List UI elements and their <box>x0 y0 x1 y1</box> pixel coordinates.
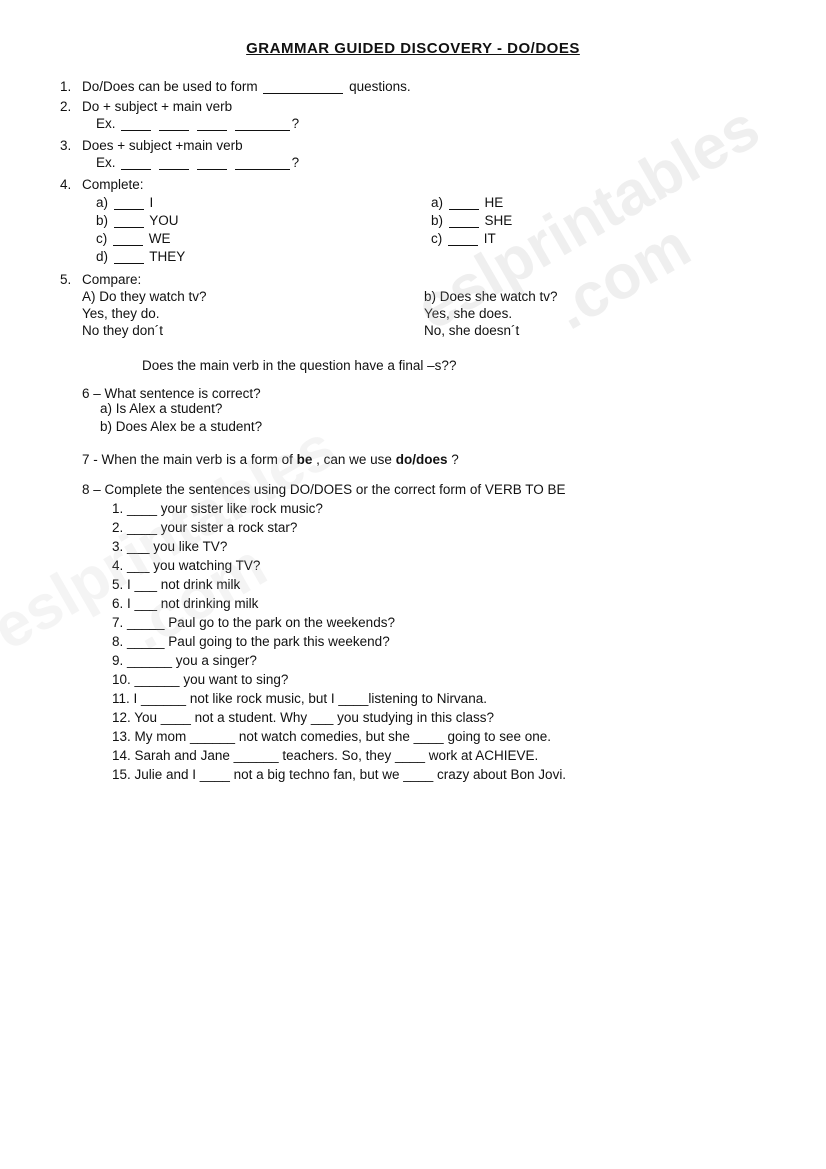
q4-b-right: b) SHE <box>431 213 766 228</box>
q4-right: a) HE b) SHE c) IT <box>431 195 766 267</box>
q4-d-left: d) THEY <box>96 249 431 264</box>
q5-right-no: No, she doesn´t <box>424 323 756 338</box>
main-content: 1. Do/Does can be used to form questions… <box>60 79 766 786</box>
question-8: 8 – Complete the sentences using DO/DOES… <box>60 482 766 786</box>
q5-right-col: b) Does she watch tv? Yes, she does. No,… <box>424 289 766 340</box>
page-title: GRAMMAR GUIDED DISCOVERY - DO/DOES <box>60 40 766 57</box>
q5-cols: A) Do they watch tv? Yes, they do. No th… <box>82 289 766 340</box>
sentence-item-5: 5. I ___ not drink milk <box>112 577 766 592</box>
q4-a-right: a) HE <box>431 195 766 210</box>
q4-c-right: c) IT <box>431 231 766 246</box>
q5-left-col: A) Do they watch tv? Yes, they do. No th… <box>82 289 424 340</box>
q7-content: 7 - When the main verb is a form of be ,… <box>82 452 766 467</box>
sentence-item-9: 9. ______ you a singer? <box>112 653 766 668</box>
q7-be: be <box>297 452 313 467</box>
q4-c-left: c) WE <box>96 231 431 246</box>
q3-content: Does + subject +main verb Ex. ? <box>82 138 766 172</box>
q4-left: a) I b) YOU c) WE d) THEY <box>96 195 431 267</box>
q2-num: 2. <box>60 99 82 133</box>
q5-left-yes: Yes, they do. <box>82 306 414 321</box>
q2-content: Do + subject + main verb Ex. ? <box>82 99 766 133</box>
sentence-item-14: 14. Sarah and Jane ______ teachers. So, … <box>112 748 766 763</box>
q4-b-left: b) YOU <box>96 213 431 228</box>
sentence-list: 1. ____ your sister like rock music? 2. _… <box>112 501 766 782</box>
sentence-item-7: 7. _____ Paul go to the park on the week… <box>112 615 766 630</box>
q6-a: a) Is Alex a student? <box>100 401 766 416</box>
q8-num <box>60 482 82 786</box>
q5-left-no: No they don´t <box>82 323 414 338</box>
question-7: 7 - When the main verb is a form of be ,… <box>60 452 766 467</box>
q7-dodes: do/does <box>396 452 448 467</box>
q2-ex: Ex. ? <box>96 116 766 131</box>
sentence-item-13: 13. My mom ______ not watch comedies, bu… <box>112 729 766 744</box>
q5-left-question: A) Do they watch tv? <box>82 289 414 304</box>
question-3: 3. Does + subject +main verb Ex. ? <box>60 138 766 172</box>
q3-num: 3. <box>60 138 82 172</box>
q6-content: 6 – What sentence is correct? a) Is Alex… <box>82 386 766 437</box>
q6-b: b) Does Alex be a student? <box>100 419 766 434</box>
sentence-item-15: 15. Julie and I ____ not a big techno fa… <box>112 767 766 782</box>
sentence-item-8: 8. _____ Paul going to the park this wee… <box>112 634 766 649</box>
sentence-item-10: 10. ______ you want to sing? <box>112 672 766 687</box>
q7-num <box>60 452 82 467</box>
q6-num <box>60 386 82 437</box>
q5-num: 5. <box>60 272 82 381</box>
q5-right-question: b) Does she watch tv? <box>424 289 756 304</box>
q8-content: 8 – Complete the sentences using DO/DOES… <box>82 482 766 786</box>
q4-num: 4. <box>60 177 82 267</box>
q4-content: Complete: a) I b) YOU c) WE d) THEY <box>82 177 766 267</box>
q3-ex: Ex. ? <box>96 155 766 170</box>
sentence-item-1: 1. ____ your sister like rock music? <box>112 501 766 516</box>
question-5: 5. Compare: A) Do they watch tv? Yes, th… <box>60 272 766 381</box>
question-1: 1. Do/Does can be used to form questions… <box>60 79 766 94</box>
question-6: 6 – What sentence is correct? a) Is Alex… <box>60 386 766 437</box>
q1-content: Do/Does can be used to form questions. <box>82 79 766 94</box>
sentence-item-11: 11. I ______ not like rock music, but I … <box>112 691 766 706</box>
sentence-item-6: 6. I ___ not drinking milk <box>112 596 766 611</box>
question-2: 2. Do + subject + main verb Ex. ? <box>60 99 766 133</box>
sentence-item-2: 2. ____ your sister a rock star? <box>112 520 766 535</box>
q5-follow-up: Does the main verb in the question have … <box>142 358 766 373</box>
spacer-2 <box>60 472 766 482</box>
q5-content: Compare: A) Do they watch tv? Yes, they … <box>82 272 766 381</box>
sentence-item-3: 3. ___ you like TV? <box>112 539 766 554</box>
q4-grid: a) I b) YOU c) WE d) THEY a) HE <box>96 195 766 267</box>
q1-num: 1. <box>60 79 82 94</box>
question-4: 4. Complete: a) I b) YOU c) WE d) THEY <box>60 177 766 267</box>
q5-right-yes: Yes, she does. <box>424 306 756 321</box>
q1-blank <box>263 80 343 94</box>
sentence-item-12: 12. You ____ not a student. Why ___ you … <box>112 710 766 725</box>
q4-a-left: a) I <box>96 195 431 210</box>
spacer-1 <box>60 442 766 452</box>
sentence-item-4: 4. ___ you watching TV? <box>112 558 766 573</box>
